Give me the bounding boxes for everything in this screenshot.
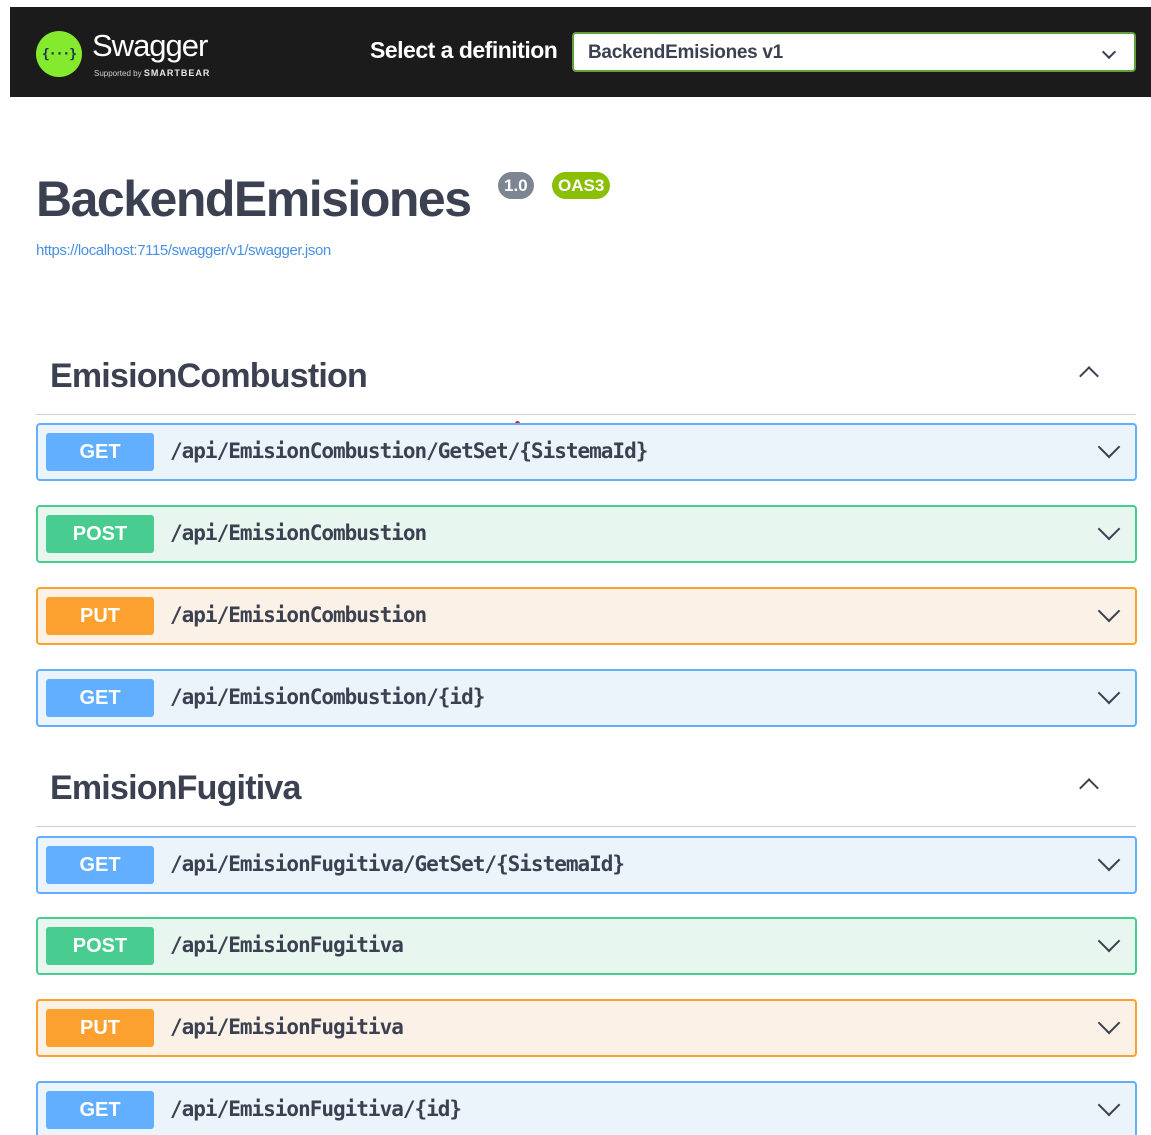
- swagger-logo-icon-glyph: {···}: [41, 46, 77, 62]
- operation-row[interactable]: POST /api/EmisionCombustion: [36, 505, 1137, 563]
- section-title: EmisionCombustion: [50, 357, 368, 395]
- spec-json-link[interactable]: https://localhost:7115/swagger/v1/swagge…: [36, 242, 331, 259]
- operation-path: /api/EmisionFugitiva: [170, 1015, 404, 1039]
- definition-select-value: BackendEmisiones v1: [588, 42, 783, 63]
- operation-row[interactable]: GET /api/EmisionCombustion/{id}: [36, 669, 1137, 727]
- swagger-logo-icon: {···}: [36, 31, 82, 77]
- section-title: EmisionFugitiva: [50, 769, 301, 807]
- operation-path: /api/EmisionCombustion/{id}: [170, 685, 485, 709]
- section-header-emisionfugitiva[interactable]: EmisionFugitiva: [36, 745, 1136, 827]
- method-badge: POST: [46, 927, 154, 965]
- topbar: {···} Swagger Supported by SMARTBEAR Sel…: [10, 7, 1151, 97]
- operation-path: /api/EmisionCombustion/GetSet/{SistemaId…: [170, 439, 648, 463]
- operation-row[interactable]: GET /api/EmisionFugitiva/{id}: [36, 1081, 1137, 1135]
- operation-row[interactable]: GET /api/EmisionCombustion/GetSet/{Siste…: [36, 423, 1137, 481]
- chevron-down-icon: [1101, 44, 1117, 60]
- operation-path: /api/EmisionFugitiva: [170, 933, 404, 957]
- method-badge: GET: [46, 846, 154, 884]
- chevron-down-icon[interactable]: [1097, 599, 1121, 623]
- chevron-up-icon[interactable]: [1079, 366, 1099, 386]
- swagger-logo-name: Swagger: [92, 28, 208, 63]
- swagger-logo-tagline: Supported by SMARTBEAR: [94, 68, 210, 78]
- method-badge: GET: [46, 433, 154, 471]
- method-badge: GET: [46, 1091, 154, 1129]
- chevron-down-icon[interactable]: [1097, 681, 1121, 705]
- method-badge: GET: [46, 679, 154, 717]
- chevron-up-icon[interactable]: [1079, 778, 1099, 798]
- definition-select[interactable]: BackendEmisiones v1: [572, 32, 1136, 72]
- version-badge: 1.0: [498, 172, 534, 199]
- definition-select-label: Select a definition: [370, 37, 558, 63]
- operation-row[interactable]: POST /api/EmisionFugitiva: [36, 917, 1137, 975]
- method-badge: POST: [46, 515, 154, 553]
- operation-path: /api/EmisionCombustion: [170, 603, 427, 627]
- method-badge: PUT: [46, 1009, 154, 1047]
- operation-path: /api/EmisionFugitiva/GetSet/{SistemaId}: [170, 852, 625, 876]
- chevron-down-icon[interactable]: [1097, 517, 1121, 541]
- operation-row[interactable]: PUT /api/EmisionFugitiva: [36, 999, 1137, 1057]
- swagger-logo[interactable]: {···} Swagger Supported by SMARTBEAR: [36, 28, 236, 80]
- supported-by-text: Supported by: [94, 69, 142, 78]
- section-header-emisioncombustion[interactable]: EmisionCombustion: [36, 333, 1136, 415]
- chevron-down-icon[interactable]: [1097, 1093, 1121, 1117]
- method-badge: PUT: [46, 597, 154, 635]
- api-title: BackendEmisiones: [36, 171, 472, 227]
- operation-path: /api/EmisionCombustion: [170, 521, 427, 545]
- chevron-down-icon[interactable]: [1097, 1011, 1121, 1035]
- operation-row[interactable]: GET /api/EmisionFugitiva/GetSet/{Sistema…: [36, 836, 1137, 894]
- operation-path: /api/EmisionFugitiva/{id}: [170, 1097, 462, 1121]
- chevron-down-icon[interactable]: [1097, 848, 1121, 872]
- chevron-down-icon[interactable]: [1097, 929, 1121, 953]
- smartbear-brand: SMARTBEAR: [143, 68, 211, 78]
- operation-row[interactable]: PUT /api/EmisionCombustion: [36, 587, 1137, 645]
- chevron-down-icon[interactable]: [1097, 435, 1121, 459]
- oas-badge: OAS3: [552, 172, 611, 199]
